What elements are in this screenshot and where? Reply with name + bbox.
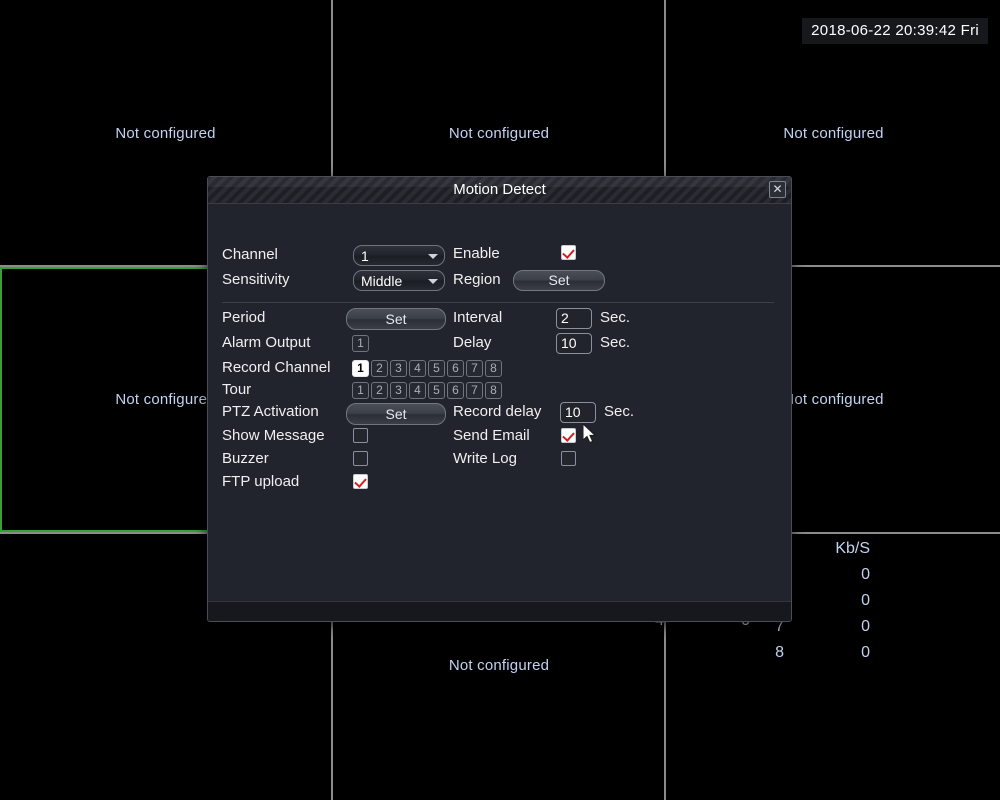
ftp-upload-checkbox[interactable] xyxy=(353,474,368,489)
interval-label-wrap: Interval xyxy=(453,309,502,326)
tour-chip-7[interactable]: 7 xyxy=(466,382,483,399)
sensitivity-label: Sensitivity xyxy=(222,271,290,288)
show-message-label: Show Message xyxy=(222,427,325,444)
video-pane-2-label: Not configured xyxy=(448,125,550,142)
record-channel-chip-5[interactable]: 5 xyxy=(428,360,445,377)
record-channel-label-wrap: Record Channel xyxy=(222,359,330,376)
channel-label: Channel xyxy=(222,246,278,263)
bitrate-row: 8 0 xyxy=(672,640,887,666)
sensitivity-select-value: Middle xyxy=(361,273,403,289)
record-delay-unit: Sec. xyxy=(604,403,635,420)
alarm-output-label-wrap: Alarm Output xyxy=(222,334,310,351)
record-channel-chips: 1 2 3 4 5 6 7 8 xyxy=(352,360,502,377)
tour-label-wrap: Tour xyxy=(222,381,251,398)
section-divider xyxy=(222,302,774,303)
ptz-activation-label-wrap: PTZ Activation xyxy=(222,403,319,420)
enable-checkbox[interactable] xyxy=(561,245,576,260)
region-label: Region xyxy=(453,271,501,288)
delay-unit-wrap: Sec. xyxy=(600,334,630,351)
dialog-body: Channel 1 Enable Sensitivity Middle Regi… xyxy=(208,204,791,621)
enable-label: Enable xyxy=(453,245,500,262)
interval-label: Interval xyxy=(453,309,503,326)
delay-unit: Sec. xyxy=(600,334,631,351)
delay-label-wrap: Delay xyxy=(453,334,491,351)
record-channel-chip-4[interactable]: 4 xyxy=(409,360,426,377)
buzzer-checkbox[interactable] xyxy=(353,451,368,466)
interval-unit: Sec. xyxy=(600,309,631,326)
tour-chip-4[interactable]: 4 xyxy=(409,382,426,399)
record-channel-chip-3[interactable]: 3 xyxy=(390,360,407,377)
record-channel-chip-6[interactable]: 6 xyxy=(447,360,464,377)
period-label: Period xyxy=(222,309,266,326)
write-log-label: Write Log xyxy=(453,450,517,467)
ftp-upload-label-wrap: FTP upload xyxy=(222,473,299,490)
write-log-label-wrap: Write Log xyxy=(453,450,517,467)
enable-label-wrap: Enable xyxy=(453,245,500,262)
chevron-down-icon xyxy=(428,279,438,284)
tour-label: Tour xyxy=(222,381,252,398)
buzzer-label-wrap: Buzzer xyxy=(222,450,269,467)
dialog-title: Motion Detect xyxy=(453,181,546,198)
delay-input[interactable]: 10 xyxy=(556,333,592,354)
dialog-footer xyxy=(208,601,791,621)
video-pane-1-label: Not configured xyxy=(115,125,216,142)
send-email-checkbox[interactable] xyxy=(561,428,576,443)
region-set-button[interactable]: Set xyxy=(513,270,605,291)
bitrate-header-rate: Kb/S xyxy=(835,540,870,557)
period-set-button[interactable]: Set xyxy=(346,308,446,330)
dialog-titlebar: Motion Detect ✕ xyxy=(208,177,791,204)
tour-chip-2[interactable]: 2 xyxy=(371,382,388,399)
bitrate-value: 0 xyxy=(861,566,870,583)
channel-select[interactable]: 1 xyxy=(353,245,445,266)
interval-unit-wrap: Sec. xyxy=(600,309,630,326)
tour-chips: 1 2 3 4 5 6 7 8 xyxy=(352,382,502,399)
tour-chip-5[interactable]: 5 xyxy=(428,382,445,399)
alarm-output-label: Alarm Output xyxy=(222,334,311,351)
record-delay-unit-wrap: Sec. xyxy=(604,403,634,420)
send-email-label-wrap: Send Email xyxy=(453,427,530,444)
record-channel-chip-2[interactable]: 2 xyxy=(371,360,388,377)
motion-detect-dialog: Motion Detect ✕ Channel 1 Enable Sensiti… xyxy=(207,176,792,622)
record-channel-chip-7[interactable]: 7 xyxy=(466,360,483,377)
period-label-wrap: Period xyxy=(222,309,265,326)
tour-chip-6[interactable]: 6 xyxy=(447,382,464,399)
show-message-label-wrap: Show Message xyxy=(222,427,325,444)
osd-clock: 2018-06-22 20:39:42 Fri xyxy=(802,18,988,44)
bitrate-value: 0 xyxy=(861,592,870,609)
alarm-output-chip-1[interactable]: 1 xyxy=(352,335,369,352)
tour-chip-3[interactable]: 3 xyxy=(390,382,407,399)
record-channel-label: Record Channel xyxy=(222,359,331,376)
ptz-activation-label: PTZ Activation xyxy=(222,403,319,420)
record-delay-label-wrap: Record delay xyxy=(453,403,541,420)
video-pane-3-label: Not configured xyxy=(783,125,884,142)
write-log-checkbox[interactable] xyxy=(561,451,576,466)
bitrate-channel: 8 xyxy=(775,644,784,661)
tour-chip-8[interactable]: 8 xyxy=(485,382,502,399)
delay-label: Delay xyxy=(453,334,492,351)
dvr-live-view-screen: Not configured Not configured Not config… xyxy=(0,0,1000,800)
close-icon[interactable]: ✕ xyxy=(769,181,786,198)
bitrate-value: 0 xyxy=(861,644,870,661)
ftp-upload-label: FTP upload xyxy=(222,473,300,490)
sensitivity-select[interactable]: Middle xyxy=(353,270,445,291)
channel-label-wrap: Channel xyxy=(222,246,278,263)
record-delay-input[interactable]: 10 xyxy=(560,402,596,423)
record-delay-label: Record delay xyxy=(453,403,542,420)
interval-input[interactable]: 2 xyxy=(556,308,592,329)
chevron-down-icon xyxy=(428,254,438,259)
show-message-checkbox[interactable] xyxy=(353,428,368,443)
send-email-label: Send Email xyxy=(453,427,530,444)
video-pane-8-label: Not configured xyxy=(448,657,550,674)
tour-chip-1[interactable]: 1 xyxy=(352,382,369,399)
record-channel-chip-1[interactable]: 1 xyxy=(352,360,369,377)
record-channel-chip-8[interactable]: 8 xyxy=(485,360,502,377)
buzzer-label: Buzzer xyxy=(222,450,269,467)
channel-select-value: 1 xyxy=(361,248,369,264)
region-label-wrap: Region xyxy=(453,271,501,288)
bitrate-value: 0 xyxy=(861,618,870,635)
sensitivity-label-wrap: Sensitivity xyxy=(222,271,290,288)
ptz-activation-set-button[interactable]: Set xyxy=(346,403,446,425)
